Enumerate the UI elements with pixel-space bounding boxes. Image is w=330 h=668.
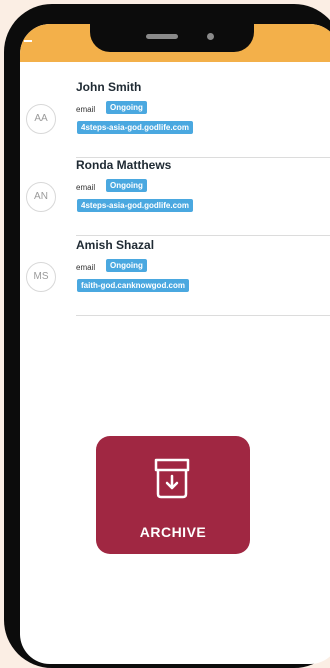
- contact-name: Ronda Matthews: [76, 158, 172, 172]
- status-badge: Ongoing: [106, 179, 147, 192]
- contact-name: Amish Shazal: [76, 238, 155, 252]
- phone-notch: [90, 22, 254, 52]
- avatar: AA: [26, 104, 56, 134]
- email-label: email: [76, 105, 96, 114]
- avatar: MS: [26, 262, 56, 292]
- app-screen: AA John Smith email Ongoing 4steps-asia-…: [20, 24, 330, 664]
- avatar: AN: [26, 182, 56, 212]
- domain-tag[interactable]: faith-god.canknowgod.com: [77, 279, 189, 292]
- contact-row[interactable]: AN Ronda Matthews email Ongoing 4steps-a…: [20, 158, 330, 236]
- contact-name: John Smith: [76, 80, 142, 94]
- domain-tag[interactable]: 4steps-asia-god.godlife.com: [77, 121, 194, 134]
- camera-icon: [207, 33, 214, 40]
- archive-button[interactable]: ARCHIVE: [96, 436, 250, 554]
- email-label: email: [76, 183, 96, 192]
- archive-box-icon: [154, 458, 190, 499]
- archive-label: ARCHIVE: [139, 524, 207, 540]
- divider: [76, 315, 330, 316]
- email-label: email: [76, 263, 96, 272]
- status-badge: Ongoing: [106, 259, 147, 272]
- domain-tag[interactable]: 4steps-asia-god.godlife.com: [77, 199, 194, 212]
- phone-frame: AA John Smith email Ongoing 4steps-asia-…: [4, 4, 330, 668]
- back-arrow-icon[interactable]: [24, 40, 32, 42]
- contact-row[interactable]: MS Amish Shazal email Ongoing faith-god.…: [20, 238, 330, 316]
- status-badge: Ongoing: [106, 101, 147, 114]
- divider: [76, 235, 330, 236]
- speaker-icon: [146, 34, 178, 39]
- contact-row[interactable]: AA John Smith email Ongoing 4steps-asia-…: [20, 80, 330, 158]
